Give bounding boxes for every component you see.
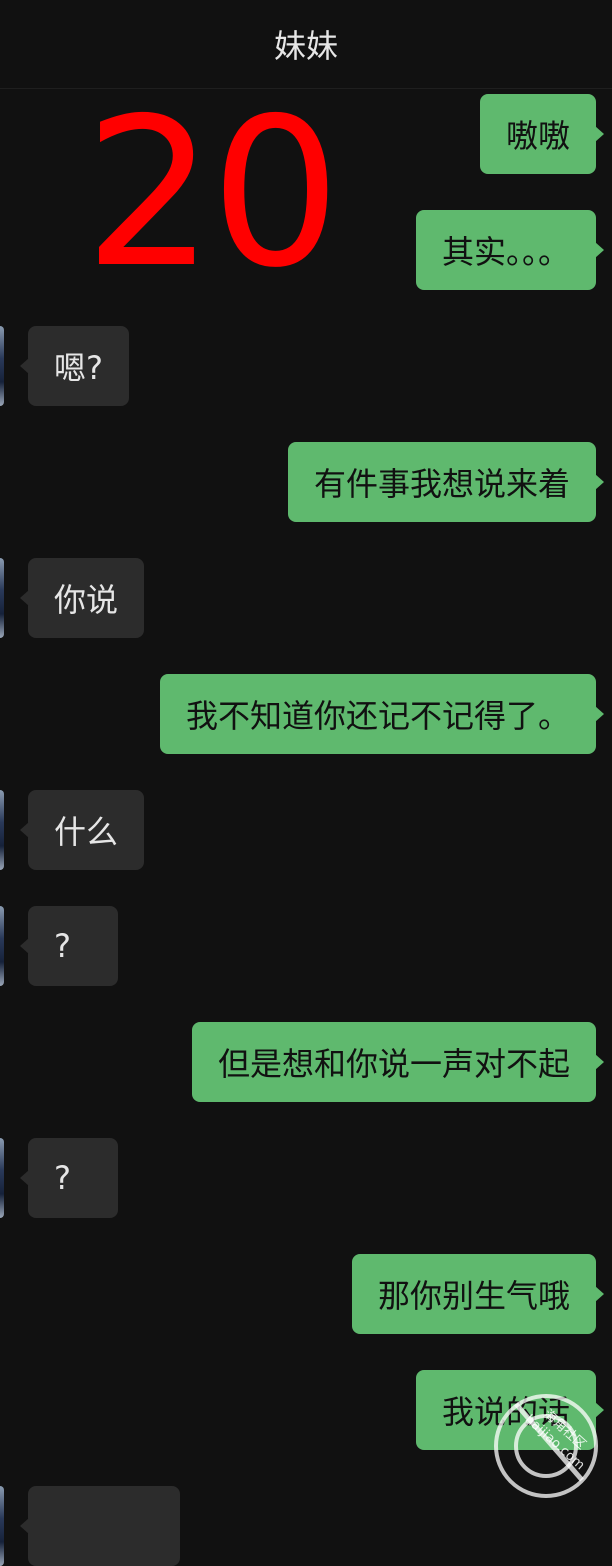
outgoing-message-bubble[interactable]: 其实。。。 <box>415 210 605 290</box>
chat-title: 妹妹 <box>273 27 338 65</box>
contact-avatar[interactable] <box>0 906 4 986</box>
incoming-message-bubble[interactable]: 你说 <box>19 558 145 638</box>
message-text: 但是想和你说一声对不起 <box>217 1045 570 1083</box>
outgoing-message-bubble[interactable]: 嗷嗷 <box>479 94 605 174</box>
message-text: ? <box>54 1159 71 1197</box>
watermark-logo: 海角社区 haijiao.com <box>494 1394 598 1498</box>
incoming-message-bubble[interactable]: ? <box>20 906 118 986</box>
contact-avatar[interactable] <box>0 326 4 406</box>
message-text: 什么 <box>54 813 119 851</box>
contact-avatar[interactable] <box>0 558 4 638</box>
outgoing-message-bubble[interactable]: 我不知道你还记不记得了。 <box>159 674 605 754</box>
incoming-message-bubble[interactable] <box>20 1486 180 1566</box>
incoming-message-bubble[interactable]: ? <box>20 1138 118 1218</box>
message-text: 其实。。。 <box>441 233 570 271</box>
contact-avatar[interactable] <box>0 1486 4 1566</box>
message-text: 有件事我想说来着 <box>313 465 570 503</box>
contact-avatar[interactable] <box>0 1138 4 1218</box>
overlay-number: 20 <box>84 75 341 313</box>
outgoing-message-bubble[interactable]: 那你别生气哦 <box>351 1254 605 1334</box>
incoming-message-bubble[interactable]: 嗯? <box>20 326 129 406</box>
message-text: 嗷嗷 <box>505 117 570 155</box>
outgoing-message-bubble[interactable]: 但是想和你说一声对不起 <box>191 1022 605 1102</box>
message-text: ? <box>54 927 71 965</box>
message-text: 嗯? <box>54 349 103 387</box>
contact-avatar[interactable] <box>0 790 4 870</box>
incoming-message-bubble[interactable]: 什么 <box>19 790 145 870</box>
message-text: 你说 <box>54 581 119 619</box>
message-text: 我不知道你还记不记得了。 <box>185 697 570 735</box>
message-text: 那你别生气哦 <box>377 1277 570 1315</box>
outgoing-message-bubble[interactable]: 有件事我想说来着 <box>287 442 605 522</box>
